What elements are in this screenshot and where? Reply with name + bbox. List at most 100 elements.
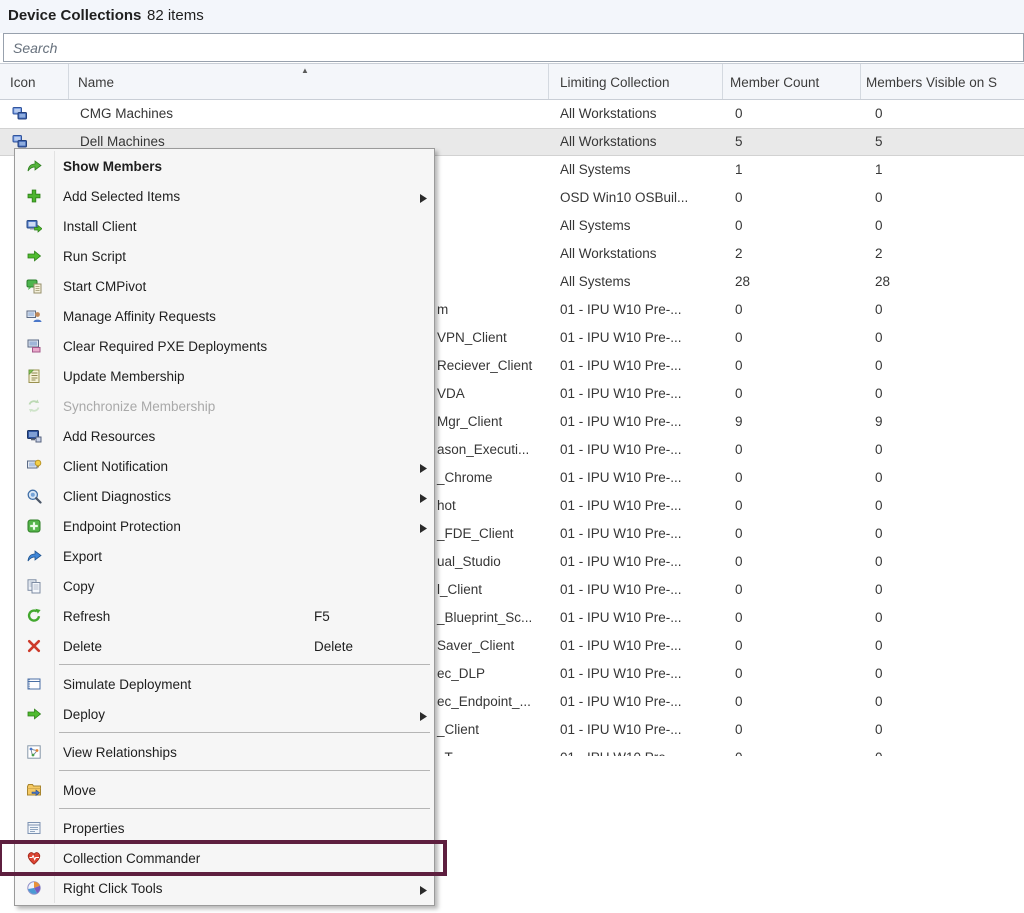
table-row[interactable]: CMG MachinesAll Workstations00 [0, 100, 1024, 128]
menu-item-refresh[interactable]: RefreshF5 [15, 601, 434, 631]
cell-member-count: 5 [735, 134, 743, 149]
cell-name: _Blueprint_Sc... [437, 610, 532, 625]
column-divider[interactable] [722, 64, 723, 99]
menu-item-label: Add Resources [63, 429, 155, 444]
cell-limiting-collection: 01 - IPU W10 Pre-... [560, 750, 720, 756]
column-header-member-count[interactable]: Member Count [730, 75, 819, 90]
menu-item-show-members[interactable]: Show Members [15, 151, 434, 181]
cell-members-visible: 0 [875, 442, 883, 457]
update-membership-icon [26, 368, 42, 384]
cell-limiting-collection: 01 - IPU W10 Pre-... [560, 582, 720, 597]
cell-name: ason_Executi... [437, 442, 529, 457]
delete-icon [26, 638, 42, 654]
cell-members-visible: 0 [875, 638, 883, 653]
cell-members-visible: 0 [875, 386, 883, 401]
run-script-icon [26, 248, 42, 264]
cell-name: ec_Endpoint_... [437, 694, 531, 709]
menu-item-client-notification[interactable]: Client Notification [15, 451, 434, 481]
search-input[interactable] [4, 34, 1023, 61]
column-header-limiting[interactable]: Limiting Collection [560, 75, 670, 90]
cell-members-visible: 0 [875, 470, 883, 485]
menu-item-label: View Relationships [63, 745, 177, 760]
column-header-icon[interactable]: Icon [10, 75, 36, 90]
menu-item-collection-commander[interactable]: Collection Commander [15, 843, 434, 873]
menu-item-install-client[interactable]: Install Client [15, 211, 434, 241]
client-notification-icon [26, 458, 42, 474]
cell-name: Mgr_Client [437, 414, 502, 429]
cell-name: hot [437, 498, 456, 513]
install-client-icon [26, 218, 42, 234]
cell-member-count: 0 [735, 610, 743, 625]
menu-item-manage-affinity-requests[interactable]: Manage Affinity Requests [15, 301, 434, 331]
menu-item-add-resources[interactable]: Add Resources [15, 421, 434, 451]
menu-item-copy[interactable]: Copy [15, 571, 434, 601]
cell-members-visible: 5 [875, 134, 883, 149]
menu-item-export[interactable]: Export [15, 541, 434, 571]
cell-limiting-collection: 01 - IPU W10 Pre-... [560, 610, 720, 625]
device-collection-icon [12, 106, 28, 122]
cell-name: VPN_Client [437, 330, 507, 345]
menu-item-properties[interactable]: Properties [15, 813, 434, 843]
menu-item-label: Synchronize Membership [63, 399, 215, 414]
menu-item-client-diagnostics[interactable]: Client Diagnostics [15, 481, 434, 511]
table-header-row: ▲ Icon Name Limiting Collection Member C… [0, 63, 1024, 100]
cell-members-visible: 0 [875, 582, 883, 597]
cell-member-count: 0 [735, 302, 743, 317]
search-box[interactable] [3, 33, 1024, 62]
manage-affinity-requests-icon [26, 308, 42, 324]
menu-item-label: Delete [63, 639, 102, 654]
menu-item-label: Add Selected Items [63, 189, 180, 204]
cell-name: m [437, 302, 448, 317]
column-header-members-visible[interactable]: Members Visible on S [866, 75, 997, 90]
menu-item-label: Run Script [63, 249, 126, 264]
menu-item-simulate-deployment[interactable]: Simulate Deployment [15, 669, 434, 699]
menu-item-delete[interactable]: DeleteDelete [15, 631, 434, 661]
menu-item-view-relationships[interactable]: View Relationships [15, 737, 434, 767]
menu-item-deploy[interactable]: Deploy [15, 699, 434, 729]
cell-limiting-collection: 01 - IPU W10 Pre-... [560, 442, 720, 457]
start-cmpivot-icon [26, 278, 42, 294]
show-members-icon [26, 158, 42, 174]
cell-name: _T [437, 750, 453, 756]
menu-item-synchronize-membership: Synchronize Membership [15, 391, 434, 421]
menu-item-run-script[interactable]: Run Script [15, 241, 434, 271]
cell-limiting-collection: 01 - IPU W10 Pre-... [560, 722, 720, 737]
column-divider[interactable] [860, 64, 861, 99]
cell-member-count: 0 [735, 638, 743, 653]
cell-members-visible: 0 [875, 694, 883, 709]
cell-member-count: 2 [735, 246, 743, 261]
cell-limiting-collection: 01 - IPU W10 Pre-... [560, 666, 720, 681]
cell-limiting-collection: 01 - IPU W10 Pre-... [560, 526, 720, 541]
cell-name: ual_Studio [437, 554, 501, 569]
submenu-arrow-icon [420, 491, 427, 506]
simulate-deployment-icon [26, 676, 42, 692]
cell-member-count: 0 [735, 722, 743, 737]
menu-item-endpoint-protection[interactable]: Endpoint Protection [15, 511, 434, 541]
cell-name: Dell Machines [80, 134, 165, 149]
column-divider[interactable] [548, 64, 549, 99]
menu-item-start-cmpivot[interactable]: Start CMPivot [15, 271, 434, 301]
page-title: Device Collections [8, 7, 141, 24]
item-count: 82 items [147, 7, 204, 24]
add-selected-items-icon [26, 188, 42, 204]
menu-item-clear-required-pxe-deployments[interactable]: Clear Required PXE Deployments [15, 331, 434, 361]
submenu-arrow-icon [420, 709, 427, 724]
column-header-name[interactable]: Name [78, 75, 114, 90]
cell-name: ec_DLP [437, 666, 485, 681]
menu-item-label: Properties [63, 821, 125, 836]
menu-separator [15, 767, 434, 775]
client-diagnostics-icon [26, 488, 42, 504]
cell-member-count: 0 [735, 470, 743, 485]
cell-members-visible: 28 [875, 274, 890, 289]
cell-name: Reciever_Client [437, 358, 532, 373]
cell-name: _Chrome [437, 470, 493, 485]
cell-limiting-collection: 01 - IPU W10 Pre-... [560, 498, 720, 513]
menu-item-add-selected-items[interactable]: Add Selected Items [15, 181, 434, 211]
cell-member-count: 0 [735, 106, 743, 121]
menu-item-update-membership[interactable]: Update Membership [15, 361, 434, 391]
cell-limiting-collection: 01 - IPU W10 Pre-... [560, 470, 720, 485]
menu-item-label: Deploy [63, 707, 105, 722]
column-divider[interactable] [68, 64, 69, 99]
menu-item-move[interactable]: Move [15, 775, 434, 805]
menu-item-right-click-tools[interactable]: Right Click Tools [15, 873, 434, 903]
